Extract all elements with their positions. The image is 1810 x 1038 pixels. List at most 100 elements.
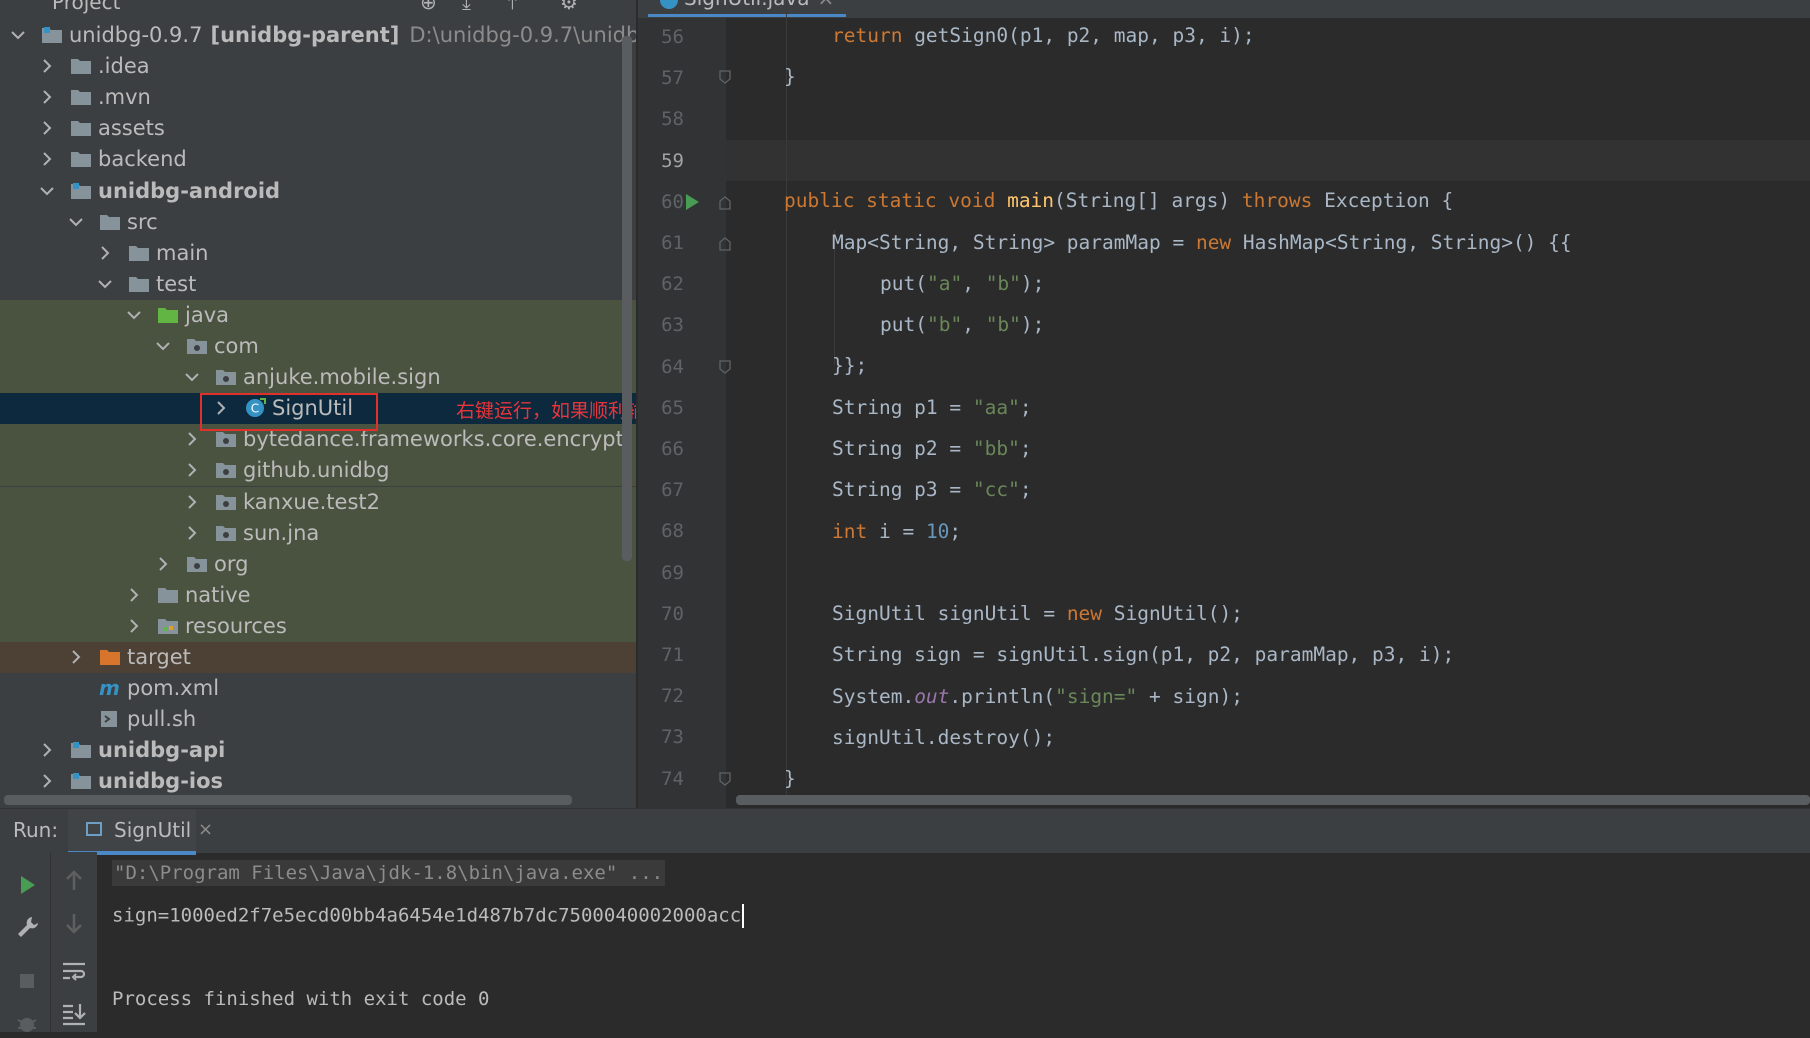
folder-icon [70,88,92,106]
code-line-57: } [784,65,796,88]
chevron-right-icon[interactable] [39,120,55,136]
chevron-right-icon[interactable] [39,58,55,74]
maven-icon: m [99,679,121,697]
scroll-down-button[interactable] [59,908,89,938]
java-class-icon [660,0,678,9]
root-name: unidbg-0.9.7 [69,23,203,47]
debug-button[interactable] [12,1008,42,1038]
tree-item-src[interactable]: src [0,207,636,238]
tree-item-unidbg-root[interactable]: unidbg-0.9.7 [unidbg-parent] D:\unidbg-0.9… [0,20,636,51]
close-icon[interactable]: × [817,0,834,10]
package-icon [215,524,237,542]
tree-item-label: java [185,303,229,327]
code-line-61: Map<String, String> paramMap = new HashM… [832,231,1572,254]
annotation-highlight-box [200,393,378,431]
chevron-right-icon[interactable] [184,462,200,478]
tree-item-org[interactable]: org [0,549,636,580]
scroll-to-end-button[interactable] [59,998,89,1028]
run-label: Run: [13,818,59,842]
code-editor[interactable]: SignUtil.java × 56 57 58 59 60 61 62 63 64 65 66 67 6… [638,0,1810,808]
tree-item-anjuke-mobile-sign[interactable]: anjuke.mobile.sign [0,362,636,393]
rerun-button[interactable] [12,870,42,900]
expand-all-icon[interactable]: ⤓ [462,0,471,14]
chevron-right-icon[interactable] [184,525,200,541]
tab-label: SignUtil.java [684,0,809,10]
run-gutter-icon[interactable] [686,194,699,210]
tree-item-target[interactable]: target [0,642,636,673]
tree-item-github-unidbg[interactable]: github.unidbg [0,455,636,486]
package-icon [215,493,237,511]
fold-icon[interactable] [719,237,731,251]
editor-horizontal-scrollbar[interactable] [736,795,1810,805]
tree-item-resources[interactable]: resources [0,611,636,642]
chevron-right-icon[interactable] [155,556,171,572]
modify-run-configuration-button[interactable] [12,912,42,942]
tree-item-label: unidbg-api [98,738,226,762]
play-icon [21,876,35,894]
chevron-down-icon[interactable] [155,338,171,354]
stop-icon [20,974,34,988]
tree-item-idea[interactable]: .idea [0,51,636,82]
locate-icon[interactable]: ⊕ [420,0,437,14]
tree-item-unidbg-api[interactable]: unidbg-api [0,735,636,766]
run-tab-signutil[interactable]: SignUtil × [68,809,213,855]
folder-icon [128,275,150,293]
scroll-up-button[interactable] [59,866,89,896]
chevron-right-icon[interactable] [39,742,55,758]
chevron-right-icon[interactable] [39,773,55,789]
chevron-right-icon[interactable] [184,494,200,510]
tree-item-mvn[interactable]: .mvn [0,82,636,113]
line-number: 69 [661,562,684,584]
code-line-64: }}; [832,354,868,377]
chevron-down-icon[interactable] [39,183,55,199]
wrench-icon [18,917,38,937]
chevron-right-icon[interactable] [39,151,55,167]
tree-item-pom-xml[interactable]: m pom.xml [0,673,636,704]
tree-item-main[interactable]: main [0,238,636,269]
collapse-all-icon[interactable]: ⤒ [508,0,517,14]
fold-icon[interactable] [719,772,731,786]
chevron-down-icon[interactable] [10,27,26,43]
project-horizontal-scrollbar[interactable] [4,795,572,805]
fold-icon[interactable] [719,70,731,84]
tree-item-test[interactable]: test [0,269,636,300]
tree-item-com[interactable]: com [0,331,636,362]
chevron-down-icon[interactable] [68,214,84,230]
tree-item-unidbg-android[interactable]: unidbg-android [0,176,636,207]
chevron-right-icon[interactable] [39,89,55,105]
chevron-right-icon[interactable] [184,431,200,447]
tree-item-label: unidbg-android [98,179,281,203]
fold-icon[interactable] [719,196,731,210]
folder-icon [157,586,179,604]
tab-signutil-java[interactable]: SignUtil.java × [648,0,847,17]
chevron-right-icon[interactable] [126,587,142,603]
project-vertical-scrollbar[interactable] [622,36,632,561]
chevron-down-icon[interactable] [184,369,200,385]
chevron-down-icon[interactable] [97,276,113,292]
fold-icon[interactable] [719,360,731,374]
tree-item-sun-jna[interactable]: sun.jna [0,518,636,549]
module-folder-icon [70,772,92,790]
tree-item-kanxue-test2[interactable]: kanxue.test2 [0,487,636,518]
chevron-right-icon[interactable] [68,649,84,665]
gear-icon[interactable]: ⚙ [560,0,578,14]
tree-item-backend[interactable]: backend [0,144,636,175]
tree-item-label: target [127,645,191,669]
tree-item-java[interactable]: java [0,300,636,331]
stop-button[interactable] [12,966,42,996]
run-panel: Run: SignUtil × "D:\Program Files\Java\j… [0,808,1810,1032]
folder-icon [70,119,92,137]
tree-item-native[interactable]: native [0,580,636,611]
tree-item-assets[interactable]: assets [0,113,636,144]
tree-item-unidbg-ios[interactable]: unidbg-ios [0,766,636,797]
tree-item-label: unidbg-ios [98,769,224,793]
chevron-right-icon[interactable] [126,618,142,634]
soft-wrap-button[interactable] [59,956,89,986]
chevron-right-icon[interactable] [97,245,113,261]
chevron-down-icon[interactable] [126,307,142,323]
project-panel-title[interactable]: Project [52,0,120,14]
tree-item-label: resources [185,614,287,638]
line-number: 74 [661,768,684,790]
tree-item-pull-sh[interactable]: pull.sh [0,704,636,735]
close-icon[interactable]: × [198,819,213,840]
